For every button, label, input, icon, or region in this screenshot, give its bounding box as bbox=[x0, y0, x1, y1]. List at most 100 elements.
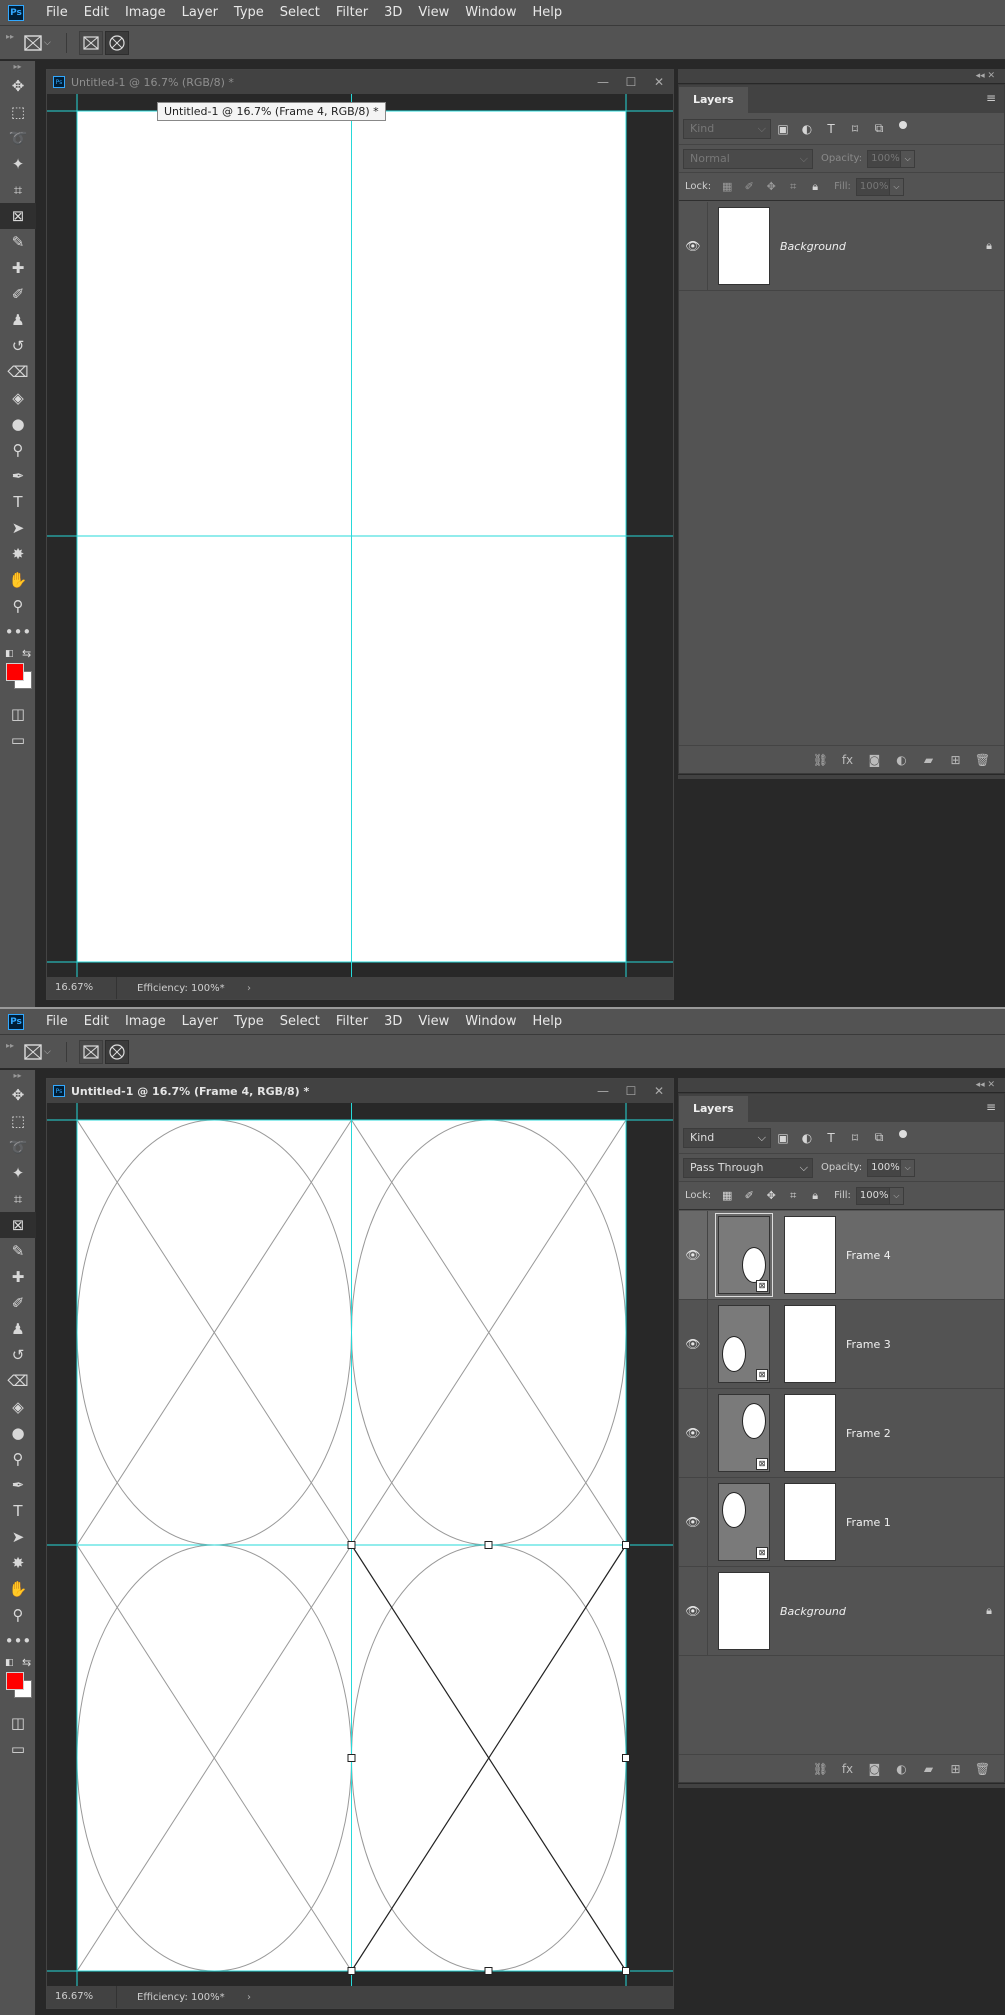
frame-tool-icon[interactable] bbox=[22, 32, 44, 54]
blend-mode-select[interactable]: Pass Through ⌵ bbox=[683, 1157, 813, 1178]
minimize-icon[interactable]: — bbox=[589, 75, 617, 89]
menu-view[interactable]: View bbox=[410, 1009, 457, 1035]
filter-type-icon[interactable]: T bbox=[819, 122, 843, 136]
blur-tool-icon[interactable]: ● bbox=[0, 1420, 36, 1446]
menu-help[interactable]: Help bbox=[525, 0, 571, 26]
tab-layers[interactable]: Layers bbox=[679, 1096, 748, 1122]
dodge-tool-icon[interactable]: ⚲ bbox=[0, 437, 36, 463]
default-colors-icon[interactable]: ◧ bbox=[5, 649, 14, 659]
lock-image-icon[interactable]: ✐ bbox=[738, 180, 760, 193]
fill-field[interactable]: 100% bbox=[855, 177, 890, 196]
filter-shape-icon[interactable]: ⌑ bbox=[843, 122, 867, 136]
filter-kind-select[interactable]: Kind ⌵ bbox=[683, 118, 771, 139]
eyedropper-tool-icon[interactable]: ✎ bbox=[0, 1238, 36, 1264]
zoom-level[interactable]: 16.67% bbox=[47, 1986, 117, 2008]
eye-icon[interactable]: 👁︎ bbox=[679, 1248, 707, 1262]
new-group-icon[interactable]: ▰ bbox=[915, 1762, 942, 1776]
grip-icon[interactable]: ▸▸ bbox=[6, 32, 14, 54]
layer-row-frame-1[interactable]: 👁︎ ⊠ Frame 1 bbox=[679, 1477, 1004, 1567]
swap-colors-icon[interactable]: ⇆ bbox=[22, 647, 31, 660]
chevron-down-icon[interactable]: ⌵ bbox=[901, 1158, 916, 1177]
lock-transparent-icon[interactable]: ▦ bbox=[716, 1189, 738, 1202]
layer-name[interactable]: Frame 4 bbox=[846, 1249, 1004, 1262]
chevron-down-icon[interactable]: ⌵ bbox=[901, 149, 916, 168]
menu-filter[interactable]: Filter bbox=[328, 0, 376, 26]
layer-name[interactable]: Frame 3 bbox=[846, 1338, 1004, 1351]
filter-adjustment-icon[interactable]: ◐ bbox=[795, 1131, 819, 1145]
hand-tool-icon[interactable]: ✋ bbox=[0, 1576, 36, 1602]
blur-tool-icon[interactable]: ● bbox=[0, 411, 36, 437]
lock-artboard-icon[interactable]: ⌗ bbox=[782, 1189, 804, 1203]
more-tools-icon[interactable]: ••• bbox=[0, 619, 36, 645]
healing-brush-tool-icon[interactable]: ✚ bbox=[0, 1264, 36, 1290]
filter-pixel-icon[interactable]: ▣ bbox=[771, 1131, 795, 1145]
layer-row-background[interactable]: 👁︎ Background 🔒︎ bbox=[679, 1566, 1004, 1656]
layer-row-frame-2[interactable]: 👁︎ ⊠ Frame 2 bbox=[679, 1388, 1004, 1478]
lasso-tool-icon[interactable]: ➰ bbox=[0, 125, 36, 151]
minimize-icon[interactable]: — bbox=[589, 1084, 617, 1098]
grip-icon[interactable]: ▸▸ bbox=[6, 1041, 14, 1063]
menu-image[interactable]: Image bbox=[117, 1009, 174, 1035]
zoom-level[interactable]: 16.67% bbox=[47, 977, 117, 999]
chevron-down-icon[interactable]: ⌵ bbox=[889, 177, 904, 196]
default-colors-icon[interactable]: ◧ bbox=[5, 1658, 14, 1668]
lock-position-icon[interactable]: ✥ bbox=[760, 1189, 782, 1202]
eye-icon[interactable]: 👁︎ bbox=[679, 1426, 707, 1440]
foreground-color-swatch[interactable] bbox=[6, 1672, 24, 1690]
menu-layer[interactable]: Layer bbox=[174, 1009, 226, 1035]
grip-icon[interactable]: ▸▸ bbox=[0, 1070, 35, 1082]
frame-tool-icon[interactable]: ⊠ bbox=[0, 203, 36, 229]
filter-adjustment-icon[interactable]: ◐ bbox=[795, 122, 819, 136]
delete-layer-icon[interactable]: 🗑︎ bbox=[969, 1762, 996, 1776]
eye-icon[interactable]: 👁︎ bbox=[679, 1515, 707, 1529]
more-tools-icon[interactable]: ••• bbox=[0, 1628, 36, 1654]
eye-icon[interactable]: 👁︎ bbox=[679, 1604, 707, 1618]
eye-icon[interactable]: 👁︎ bbox=[679, 1337, 707, 1351]
layer-style-icon[interactable]: fx bbox=[834, 753, 861, 767]
frame-1-placeholder[interactable] bbox=[76, 1119, 352, 1546]
path-selection-tool-icon[interactable]: ➤ bbox=[0, 1524, 36, 1550]
menu-layer[interactable]: Layer bbox=[174, 0, 226, 26]
layer-content-thumbnail[interactable] bbox=[784, 1394, 836, 1472]
swap-colors-icon[interactable]: ⇆ bbox=[22, 1656, 31, 1669]
menu-select[interactable]: Select bbox=[272, 0, 328, 26]
menu-file[interactable]: File bbox=[38, 0, 76, 26]
tab-layers[interactable]: Layers bbox=[679, 87, 748, 113]
grip-icon[interactable]: ▸▸ bbox=[0, 61, 35, 73]
frame-tool-icon[interactable]: ⊠ bbox=[0, 1212, 36, 1238]
filter-kind-select[interactable]: Kind ⌵ bbox=[683, 1127, 771, 1148]
menu-3d[interactable]: 3D bbox=[376, 1009, 410, 1035]
chevron-down-icon[interactable]: ⌵ bbox=[44, 38, 56, 48]
new-layer-icon[interactable]: ⊞ bbox=[942, 1762, 969, 1776]
layer-name[interactable]: Frame 2 bbox=[846, 1427, 1004, 1440]
lock-transparent-icon[interactable]: ▦ bbox=[716, 180, 738, 193]
chevron-right-icon[interactable]: › bbox=[247, 1992, 251, 2003]
lock-icon[interactable]: 🔒︎ bbox=[974, 239, 1004, 253]
document-title[interactable]: Untitled-1 @ 16.7% (RGB/8) * bbox=[71, 76, 589, 89]
layer-name[interactable]: Background bbox=[780, 1605, 974, 1618]
path-selection-tool-icon[interactable]: ➤ bbox=[0, 515, 36, 541]
paint-bucket-tool-icon[interactable]: ◈ bbox=[0, 1394, 36, 1420]
chevron-down-icon[interactable]: ⌵ bbox=[44, 1047, 56, 1057]
stamp-tool-icon[interactable]: ♟ bbox=[0, 1316, 36, 1342]
link-layers-icon[interactable]: ⛓ bbox=[807, 753, 834, 767]
filter-type-icon[interactable]: T bbox=[819, 1131, 843, 1145]
filter-toggle-icon[interactable] bbox=[899, 120, 907, 129]
eraser-tool-icon[interactable]: ⌫ bbox=[0, 359, 36, 385]
frame-thumbnail[interactable]: ⊠ bbox=[715, 1213, 773, 1297]
move-tool-icon[interactable]: ✥ bbox=[0, 73, 36, 99]
lock-image-icon[interactable]: ✐ bbox=[738, 1189, 760, 1202]
link-layers-icon[interactable]: ⛓ bbox=[807, 1762, 834, 1776]
eyedropper-tool-icon[interactable]: ✎ bbox=[0, 229, 36, 255]
crop-tool-icon[interactable]: ⌗ bbox=[0, 177, 36, 203]
layer-thumbnail[interactable] bbox=[718, 207, 770, 285]
menu-edit[interactable]: Edit bbox=[76, 1009, 117, 1035]
layer-style-icon[interactable]: fx bbox=[834, 1762, 861, 1776]
close-icon[interactable]: ✕ bbox=[645, 75, 673, 89]
menu-select[interactable]: Select bbox=[272, 1009, 328, 1035]
opacity-field[interactable]: 100% bbox=[867, 149, 902, 168]
menu-window[interactable]: Window bbox=[457, 1009, 524, 1035]
menu-type[interactable]: Type bbox=[226, 0, 272, 26]
frame-2-placeholder[interactable] bbox=[351, 1119, 627, 1546]
filter-smart-object-icon[interactable]: ⧉ bbox=[867, 121, 891, 136]
